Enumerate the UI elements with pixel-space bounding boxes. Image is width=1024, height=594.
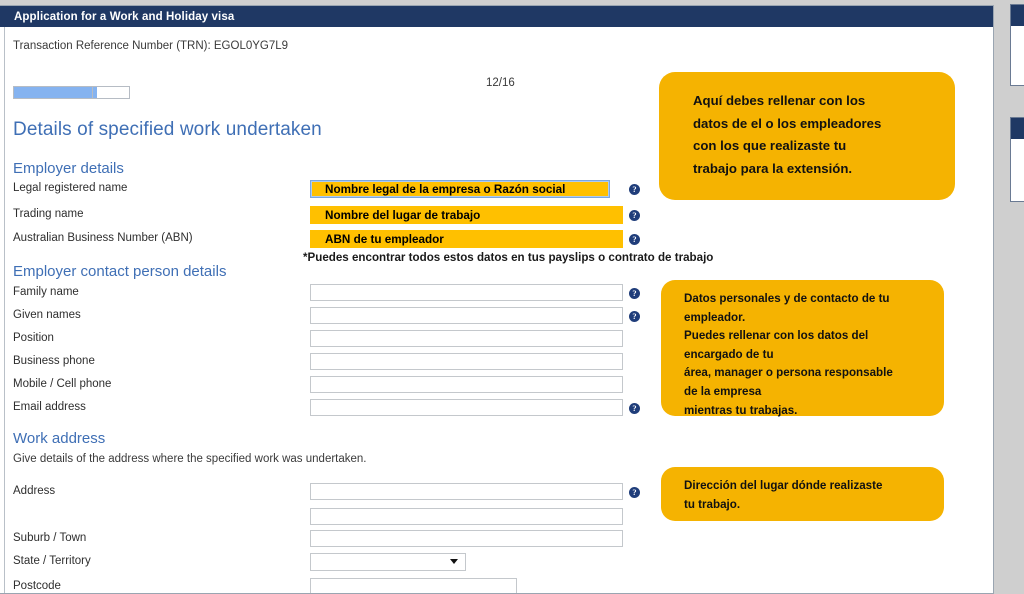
payslip-note: *Puedes encontrar todos estos datos en t…	[303, 251, 714, 264]
label-mobile-cell-phone: Mobile / Cell phone	[13, 378, 112, 390]
input-legal-registered-name[interactable]: Nombre legal de la empresa o Razón socia…	[310, 180, 610, 198]
callout-line: Dirección del lugar dónde realizaste	[684, 479, 883, 492]
input-suburb-town[interactable]	[310, 530, 623, 547]
screenshot-root: Application for a Work and Holiday visa …	[0, 0, 1024, 594]
help-icon-legal-registered-name[interactable]: ?	[629, 184, 640, 195]
callout-line: tu trabajo.	[684, 497, 741, 511]
window-title-bar: Application for a Work and Holiday visa	[0, 6, 993, 27]
page-title: Details of specified work undertaken	[13, 119, 322, 140]
input-email-address[interactable]	[310, 399, 623, 416]
section-heading-employer-details: Employer details	[13, 160, 124, 177]
background-panel-top-title-bar	[1011, 5, 1024, 26]
label-business-phone: Business phone	[13, 355, 95, 367]
help-icon-australian-business-number[interactable]: ?	[629, 234, 640, 245]
label-state-territory: State / Territory	[13, 555, 91, 567]
contact-info-callout: Datos personales y de contacto de tu emp…	[661, 280, 944, 417]
work-address-subtext: Give details of the address where the sp…	[13, 453, 367, 465]
callout-line: empleador.	[684, 310, 746, 324]
callout-line: encargado de tu	[684, 347, 774, 361]
help-icon-family-name[interactable]: ?	[629, 288, 640, 299]
section-heading-work-address: Work address	[13, 430, 106, 447]
form-page-body: Transaction Reference Number (TRN): EGOL…	[0, 27, 993, 593]
input-australian-business-number[interactable]: ABN de tu empleador	[310, 230, 623, 248]
callout-line: área, manager o persona responsable	[684, 366, 893, 380]
input-address-line-2[interactable]	[310, 508, 623, 525]
label-trading-name: Trading name	[13, 208, 84, 220]
input-trading-name[interactable]: Nombre del lugar de trabajo	[310, 206, 623, 224]
input-postcode[interactable]	[310, 578, 517, 593]
label-email-address: Email address	[13, 401, 86, 413]
label-postcode: Postcode	[13, 580, 61, 592]
label-position: Position	[13, 332, 54, 344]
page-counter: 12/16	[486, 77, 515, 89]
chevron-down-icon	[450, 559, 458, 564]
background-panel-top[interactable]	[1010, 4, 1024, 86]
help-icon-email-address[interactable]: ?	[629, 403, 640, 414]
help-icon-trading-name[interactable]: ?	[629, 210, 640, 221]
input-address-line-1[interactable]	[310, 483, 623, 500]
progress-bar-fill	[14, 87, 97, 98]
help-icon-address[interactable]: ?	[629, 487, 640, 498]
input-position[interactable]	[310, 330, 623, 347]
background-panel-bottom[interactable]	[1010, 117, 1024, 202]
callout-line: datos de el o los empleadores	[693, 115, 882, 131]
progress-bar	[13, 86, 130, 99]
left-rule-divider	[4, 27, 5, 593]
address-info-callout: Dirección del lugar dónde realizaste tu …	[661, 467, 944, 521]
background-panel-bottom-title-bar	[1011, 118, 1024, 139]
callout-line: Datos personales y de contacto de tu	[684, 292, 890, 305]
transaction-reference-number: Transaction Reference Number (TRN): EGOL…	[13, 40, 289, 52]
label-legal-registered-name: Legal registered name	[13, 182, 128, 194]
callout-line: mientras tu trabajas.	[684, 403, 798, 417]
label-address: Address	[13, 485, 56, 497]
input-mobile-cell-phone[interactable]	[310, 376, 623, 393]
callout-line: con los que realizaste tu	[693, 138, 847, 153]
select-state-territory[interactable]	[310, 553, 466, 571]
help-icon-given-names[interactable]: ?	[629, 311, 640, 322]
label-given-names: Given names	[13, 309, 81, 321]
employer-info-callout: Aquí debes rellenar con los datos de el …	[659, 72, 955, 200]
window-title: Application for a Work and Holiday visa	[14, 10, 235, 23]
application-window: Application for a Work and Holiday visa …	[0, 5, 994, 594]
input-family-name[interactable]	[310, 284, 623, 301]
callout-line: Puedes rellenar con los datos del	[684, 329, 869, 343]
desktop-gutter	[994, 0, 1024, 594]
progress-bar-tick	[92, 87, 93, 98]
label-family-name: Family name	[13, 286, 79, 298]
section-heading-employer-contact: Employer contact person details	[13, 263, 227, 280]
label-australian-business-number: Australian Business Number (ABN)	[13, 232, 193, 244]
callout-line: trabajo para la extensión.	[693, 160, 853, 176]
input-given-names[interactable]	[310, 307, 623, 324]
label-suburb-town: Suburb / Town	[13, 532, 87, 544]
callout-line: de la empresa	[684, 384, 762, 398]
input-business-phone[interactable]	[310, 353, 623, 370]
callout-line: Aquí debes rellenar con los	[693, 93, 866, 108]
